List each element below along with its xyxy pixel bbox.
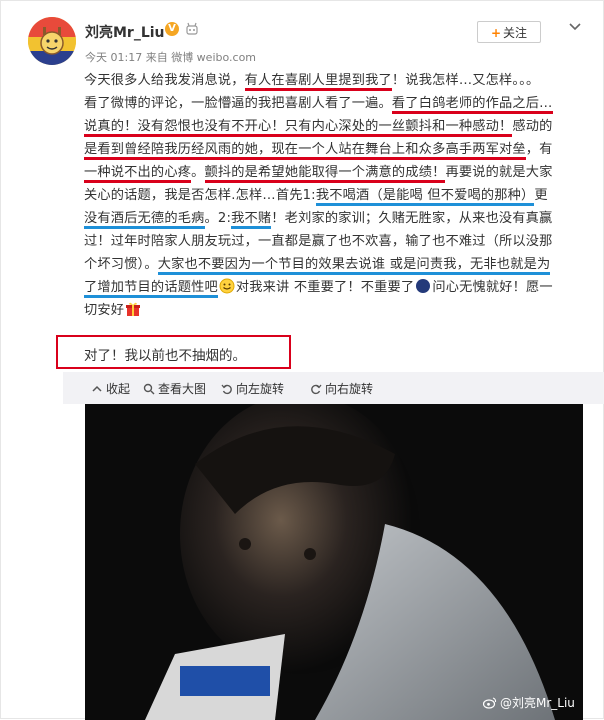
plus-icon: + (490, 26, 502, 40)
follow-button[interactable]: + 关注 (477, 21, 541, 43)
rotate-left-button[interactable]: 向左旋转 (221, 380, 284, 397)
underlined-text-red: 是看到曾经陪我历经风雨的她，现在一个人站在舞台上和众多高手两军对垒 (84, 142, 526, 160)
rotate-right-label: 向右旋转 (325, 382, 374, 396)
text-segment: 。2: (204, 211, 232, 226)
text-segment: 再要说的就是大家 (445, 165, 553, 180)
underlined-text-blue: 了增加节目的话题性吧 (84, 280, 218, 298)
watermark-text: @刘亮Mr_Liu (500, 696, 575, 710)
highlight-text: 对了！我以前也不抽烟的。 (84, 348, 246, 364)
underlined-text-red: 有人在喜剧人里提到我了 (244, 73, 392, 91)
gift-emoji-icon (125, 301, 141, 317)
rotate-left-icon (221, 384, 232, 394)
post-line: 说真的！没有怨恨也没有不开心！只有内心深处的一丝颤抖和一种感动！感动的 (84, 115, 582, 138)
text-segment: 感动的 (512, 119, 553, 134)
view-large-label: 查看大图 (158, 382, 207, 396)
member-icon[interactable] (185, 22, 199, 36)
post-line: 过！过年时陪家人朋友玩过，一直都是赢了也不欢喜，输了也不难过（所以没那 (84, 230, 582, 253)
post-line: 了增加节目的话题性吧 对我来讲 不重要了！不重要了 问心无愧就好！愿一 (84, 276, 582, 299)
post-meta: 今天 01:17 来自 微博 weibo.com (85, 51, 257, 64)
post-line: 今天很多人给我发消息说，有人在喜剧人里提到我了！说我怎样…又怎样。。。 (84, 69, 582, 92)
post-line: 个坏习惯）。大家也不要因为一个节目的效果去说谁 或是问责我，无非也就是为 (84, 253, 582, 276)
text-segment: 个坏习惯）。 (84, 257, 158, 272)
underlined-text-red: 内心深处的一丝颤抖和一种感动！ (311, 119, 513, 137)
underlined-text-red: 颤抖的是希望她能取得一个满意的成绩！ (204, 165, 446, 183)
underlined-text-blue: 我不赌 (231, 211, 272, 229)
text-segment: ！说我怎样…又怎样。。。 (391, 73, 540, 88)
underlined-text-red: 说真的！没有怨恨也没有不开心！只有 (84, 119, 312, 137)
text-segment: 今天很多人给我发消息说， (84, 73, 245, 88)
collapse-icon (92, 385, 102, 392)
text-segment: ！老刘家的家训；久赌无胜家，从来也没有真赢 (271, 211, 553, 226)
text-segment: 过！过年时陪家人朋友玩过，一直都是赢了也不欢喜，输了也不难过（所以没那 (84, 234, 553, 249)
view-large-button[interactable]: 查看大图 (143, 380, 206, 397)
post-text: 今天很多人给我发消息说，有人在喜剧人里提到我了！说我怎样…又怎样。。。 看了微博的… (84, 69, 582, 322)
underlined-text-blue: 没有酒后无德的毛病 (84, 211, 205, 229)
weibo-logo-icon (483, 696, 497, 709)
underlined-text-blue: 大家也不要因为一个节目的效果去说谁 或是问责我，无非也就是为 (157, 257, 551, 275)
post-line: 是看到曾经陪我历经风雨的她，现在一个人站在舞台上和众多高手两军对垒，有 (84, 138, 582, 161)
post-line: 切安好 (84, 299, 582, 322)
avatar[interactable] (28, 17, 76, 65)
text-segment: 更 (534, 188, 548, 203)
underlined-text-red: 看了白鸽老师的作品之后… (391, 96, 553, 114)
rotate-right-button[interactable]: 向右旋转 (310, 380, 373, 397)
media-toolbar: 收起 查看大图 向左旋转 向右旋转 (63, 372, 604, 404)
underlined-text-red: 一种说不出的心疼 (84, 165, 192, 183)
photo-watermark: @刘亮Mr_Liu (483, 694, 575, 711)
rotate-left-label: 向左旋转 (236, 382, 285, 396)
text-segment: 对我来讲 不重要了！不重要了 (235, 280, 415, 295)
user-name[interactable]: 刘亮Mr_Liu (85, 22, 165, 42)
portrait-image (85, 404, 583, 720)
post-line: 没有酒后无德的毛病。2:我不赌！老刘家的家训；久赌无胜家，从来也没有真赢 (84, 207, 582, 230)
post-line: 关心的话题，我是否怎样.怎样…首先1:我不喝酒（是能喝 但不爱喝的那种）更 (84, 184, 582, 207)
verified-v-icon: V (165, 22, 179, 36)
post-photo[interactable] (85, 404, 583, 720)
rotate-right-icon (311, 384, 322, 394)
post-line: 一种说不出的心疼。颤抖的是希望她能取得一个满意的成绩！再要说的就是大家 (84, 161, 582, 184)
text-segment: 关心的话题，我是否怎样.怎样…首先1: (84, 188, 316, 203)
text-segment: 。 (191, 165, 205, 180)
post-line: 看了微博的评论，一脸懵逼的我把喜剧人看了一遍。看了白鸽老师的作品之后… (84, 92, 582, 115)
text-segment: 切安好 (84, 303, 125, 318)
text-segment: 问心无愧就好！愿一 (432, 280, 553, 295)
chevron-down-icon[interactable] (567, 19, 583, 35)
follow-label: 关注 (503, 26, 528, 40)
search-icon (143, 383, 155, 394)
text-segment: 看了微博的评论，一脸懵逼的我把喜剧人看了一遍。 (84, 96, 392, 111)
underlined-text-blue: 我不喝酒（是能喝 但不爱喝的那种） (315, 188, 535, 206)
smile-emoji-icon (219, 278, 235, 294)
collapse-label: 收起 (106, 382, 131, 396)
text-segment: ，有 (525, 142, 553, 157)
collapse-button[interactable]: 收起 (91, 380, 130, 397)
weibo-post-card: 刘亮Mr_Liu V 今天 01:17 来自 微博 weibo.com + 关注 … (0, 0, 604, 720)
moon-emoji-icon (415, 278, 431, 294)
